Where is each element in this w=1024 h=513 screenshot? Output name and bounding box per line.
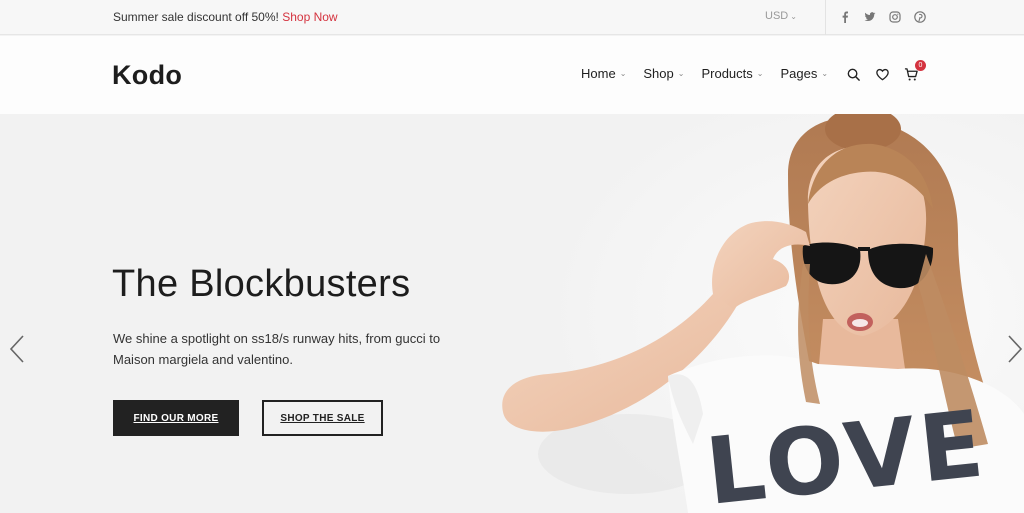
nav-label: Home <box>581 66 616 81</box>
main-header: Kodo Home ⌄ Shop ⌄ Products ⌄ Pages ⌄ 0 <box>0 36 1024 114</box>
cart-icon[interactable]: 0 <box>903 60 926 82</box>
chevron-down-icon: ⌄ <box>790 12 797 21</box>
find-our-more-button[interactable]: FIND OUR MORE <box>113 400 239 436</box>
currency-selector[interactable]: USD ⌄ <box>765 10 797 22</box>
chevron-down-icon: ⌄ <box>756 69 764 78</box>
shop-the-sale-button[interactable]: SHOP THE SALE <box>262 400 383 436</box>
social-links <box>838 10 927 24</box>
nav-item-shop[interactable]: Shop ⌄ <box>643 66 684 81</box>
wishlist-heart-icon[interactable] <box>874 66 890 82</box>
chevron-down-icon: ⌄ <box>821 69 829 78</box>
nav-item-home[interactable]: Home ⌄ <box>581 66 626 81</box>
pinterest-icon[interactable] <box>913 10 927 24</box>
chevron-down-icon: ⌄ <box>619 69 627 78</box>
main-nav: Home ⌄ Shop ⌄ Products ⌄ Pages ⌄ <box>581 66 845 81</box>
nav-item-products[interactable]: Products ⌄ <box>701 66 763 81</box>
facebook-icon[interactable] <box>838 10 852 24</box>
hero-model-image: LOVE <box>488 114 1024 513</box>
divider <box>825 0 826 35</box>
slider-prev-arrow-icon[interactable] <box>8 334 26 364</box>
cart-count-badge: 0 <box>915 60 926 71</box>
hero-slider: LOVE The Blockbusters We shine a spotlig… <box>0 114 1024 513</box>
promo-text: Summer sale discount off 50%! <box>113 10 279 24</box>
search-icon[interactable] <box>845 66 861 82</box>
nav-label: Products <box>701 66 753 81</box>
hero-title: The Blockbusters <box>112 263 411 305</box>
nav-item-pages[interactable]: Pages ⌄ <box>780 66 828 81</box>
top-bar: Summer sale discount off 50%! Shop Now U… <box>0 0 1024 35</box>
site-logo[interactable]: Kodo <box>112 60 182 91</box>
header-icons: 0 <box>845 60 926 82</box>
instagram-icon[interactable] <box>888 10 902 24</box>
nav-label: Shop <box>643 66 674 81</box>
chevron-down-icon: ⌄ <box>677 69 685 78</box>
nav-label: Pages <box>780 66 818 81</box>
promo-message: Summer sale discount off 50%! Shop Now <box>113 10 338 24</box>
shop-now-link[interactable]: Shop Now <box>282 10 337 24</box>
currency-label: USD <box>765 10 789 22</box>
slider-next-arrow-icon[interactable] <box>1006 334 1024 364</box>
hero-description: We shine a spotlight on ss18/s runway hi… <box>113 331 441 367</box>
twitter-icon[interactable] <box>863 10 877 24</box>
